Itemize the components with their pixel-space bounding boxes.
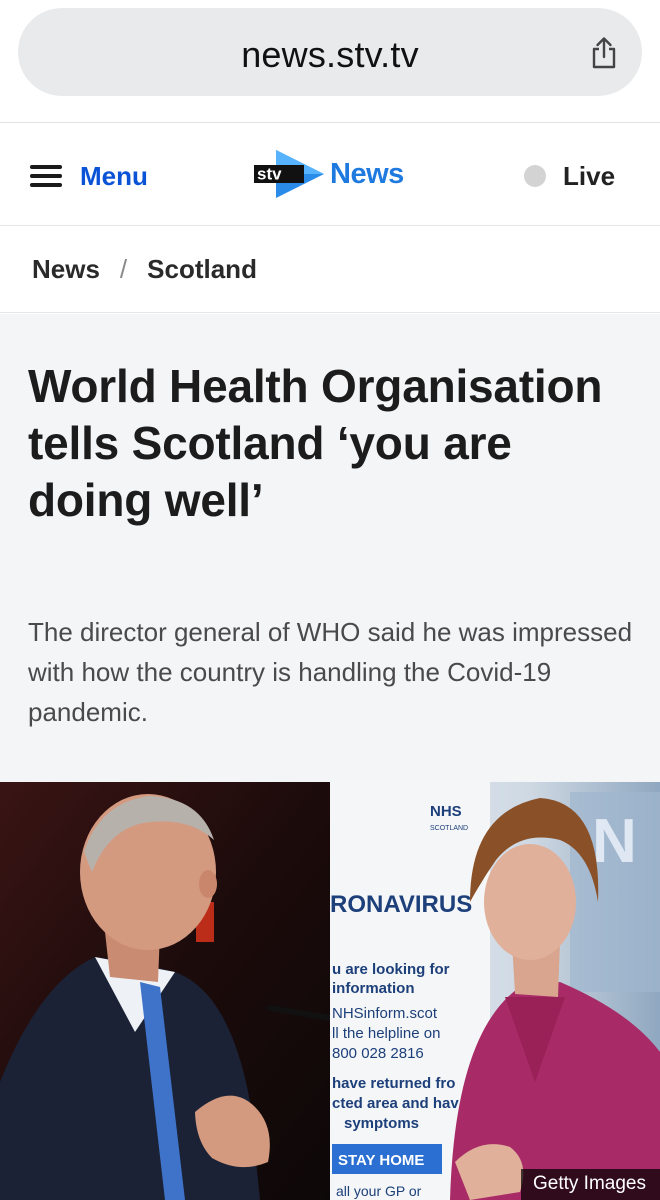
browser-toolbar: news.stv.tv: [0, 0, 660, 123]
sign-line: symptoms: [344, 1115, 419, 1132]
sign-nhs: NHS: [430, 803, 462, 820]
sign-stay-home: STAY HOME: [338, 1152, 424, 1169]
article-standfirst: The director general of WHO said he was …: [28, 617, 633, 727]
hamburger-icon: [30, 165, 62, 187]
article-headline: World Health Organisation tells Scotland…: [28, 360, 603, 526]
breadcrumb-item-news[interactable]: News: [32, 254, 100, 285]
sign-line: u are looking for: [332, 961, 450, 978]
sign-line: ll the helpline on: [332, 1025, 440, 1042]
article-hero-image[interactable]: N NHS SCOTLAND RONAVIRUS u are looking f…: [0, 782, 660, 1200]
woman-face: [484, 844, 576, 960]
sign-line: cted area and hav: [332, 1095, 459, 1112]
sign-line: have returned fro: [332, 1075, 455, 1092]
breadcrumb: News / Scotland: [0, 227, 660, 313]
menu-label: Menu: [80, 160, 148, 191]
sign-nhs-sub: SCOTLAND: [430, 825, 468, 832]
stv-news-logo[interactable]: stv News: [254, 148, 414, 200]
share-icon[interactable]: [588, 36, 620, 70]
logo-news-text: News: [330, 157, 404, 190]
stv-logo-icon: stv: [254, 150, 324, 198]
sign-line: 800 028 2816: [332, 1045, 424, 1062]
menu-button[interactable]: Menu: [30, 156, 148, 196]
site-header: Menu stv News Live: [0, 124, 660, 226]
url-text[interactable]: news.stv.tv: [18, 34, 642, 76]
live-button[interactable]: Live: [524, 156, 615, 196]
breadcrumb-item-scotland[interactable]: Scotland: [147, 254, 257, 285]
live-label: Live: [563, 160, 616, 191]
live-indicator-icon: [524, 165, 546, 187]
breadcrumb-separator: /: [119, 254, 128, 284]
sign-title: RONAVIRUS: [330, 891, 472, 918]
svg-text:N: N: [592, 807, 637, 876]
sign-line: NHSinform.scot: [332, 1005, 438, 1022]
sign-line: information: [332, 980, 415, 997]
address-bar[interactable]: news.stv.tv: [18, 8, 642, 96]
svg-text:stv: stv: [257, 165, 282, 184]
hero-photo-composite: N NHS SCOTLAND RONAVIRUS u are looking f…: [0, 782, 660, 1200]
image-credit: Getty Images: [521, 1169, 660, 1200]
sign-line: all your GP or: [336, 1183, 422, 1199]
article-header: World Health Organisation tells Scotland…: [0, 314, 660, 782]
